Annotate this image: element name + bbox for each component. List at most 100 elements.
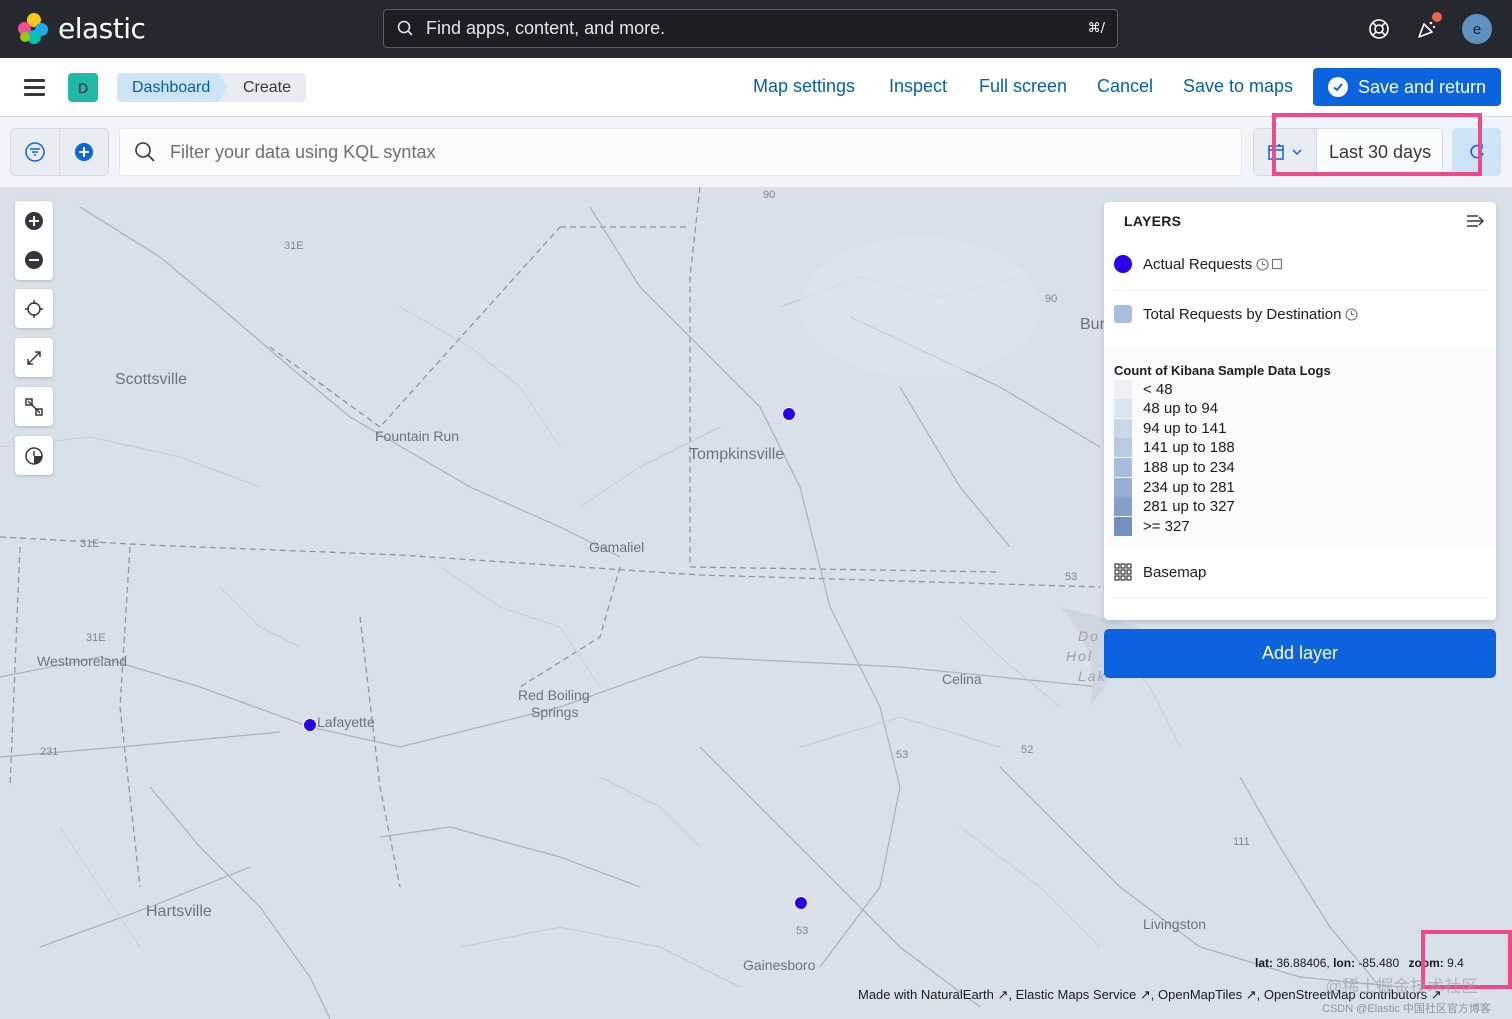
request-point[interactable] — [794, 896, 808, 910]
polygon-layer-icon — [1114, 305, 1132, 323]
external-link-icon: ↗ — [1245, 987, 1257, 1002]
fit-to-data-button[interactable] — [15, 338, 53, 377]
clock-icon — [1256, 257, 1269, 271]
road-label: 90 — [763, 189, 776, 201]
legend-item: < 48 — [1114, 380, 1173, 399]
notification-dot — [1432, 12, 1442, 22]
road-label: 231 — [40, 746, 59, 758]
search-icon — [135, 142, 155, 162]
place-label: Scottsville — [115, 371, 188, 388]
place-label: Lafayette — [317, 714, 375, 730]
layer-name: Total Requests by Destination — [1143, 305, 1342, 323]
save-and-return-label: Save and return — [1357, 76, 1487, 97]
collapse-panel-icon[interactable] — [1466, 213, 1486, 229]
place-label: Springs — [531, 704, 579, 720]
crosshair-icon — [25, 299, 43, 318]
breadcrumb-create: Create — [218, 73, 307, 102]
legend-item: >= 327 — [1114, 517, 1190, 536]
search-placeholder: Find apps, content, and more. — [426, 18, 666, 38]
road-label: 31E — [86, 632, 106, 644]
request-point[interactable] — [782, 407, 796, 421]
add-filter-button[interactable] — [60, 129, 108, 175]
save-and-return-button[interactable]: Save and return — [1313, 68, 1501, 106]
naturalearth-link[interactable]: Made with NaturalEarth — [858, 987, 994, 1002]
kql-placeholder: Filter your data using KQL syntax — [170, 141, 436, 162]
place-label: Gainesboro — [743, 957, 816, 973]
legend-item: 281 up to 327 — [1114, 497, 1235, 516]
user-avatar[interactable]: e — [1462, 14, 1492, 44]
place-label: Bur — [1080, 316, 1105, 333]
filter-buttons — [10, 128, 109, 176]
place-label: Gamaliel — [589, 539, 645, 555]
road-label: 111 — [1233, 836, 1250, 848]
external-link-icon: ↗ — [1139, 987, 1151, 1002]
elastic-logo[interactable]: elastic — [18, 12, 146, 45]
watermark-overlay: @稀土掘金技术社区 — [1325, 977, 1479, 996]
elastic-maps-link[interactable]: Elastic Maps Service — [1016, 987, 1137, 1002]
road-label: 31E — [80, 538, 100, 550]
external-link-icon: ↗ — [997, 987, 1009, 1002]
layer-basemap[interactable]: Basemap — [1114, 563, 1486, 581]
refresh-icon — [1469, 144, 1484, 159]
draw-shape-button[interactable] — [15, 387, 53, 426]
legend-item: 94 up to 141 — [1114, 419, 1226, 438]
brand-name: elastic — [58, 12, 146, 45]
inspect-link[interactable]: Inspect — [889, 76, 947, 97]
place-label: Tompkinsville — [689, 446, 785, 463]
globe-clock-icon — [25, 446, 43, 465]
date-picker: Last 30 days — [1253, 128, 1443, 176]
place-label: Fountain Run — [375, 428, 460, 444]
place-label: Lak — [1078, 668, 1107, 684]
cancel-link[interactable]: Cancel — [1097, 76, 1153, 97]
road-label: 52 — [1021, 744, 1034, 756]
reset-view-button[interactable] — [15, 289, 53, 328]
zoom-controls — [15, 201, 53, 280]
expand-icon — [27, 350, 41, 365]
legend-title: Count of Kibana Sample Data Logs — [1114, 363, 1331, 378]
refresh-button[interactable] — [1452, 128, 1501, 176]
menu-toggle-button[interactable] — [24, 79, 45, 96]
watermark: CSDN @Elastic 中国社区官方博客 — [1322, 1003, 1491, 1015]
global-search-input[interactable]: Find apps, content, and more. ⌘/ — [383, 9, 1118, 48]
request-point[interactable] — [303, 718, 317, 732]
chevron-down-icon — [1292, 149, 1302, 156]
plus-circle-icon — [25, 211, 43, 230]
quick-date-menu-button[interactable] — [1254, 129, 1317, 175]
full-screen-link[interactable]: Full screen — [979, 76, 1067, 97]
minus-circle-icon — [25, 250, 43, 269]
grid-icon — [1114, 563, 1132, 581]
top-header: elastic Find apps, content, and more. ⌘/… — [0, 0, 1512, 58]
legend-item: 141 up to 188 — [1114, 438, 1235, 457]
road-label: 53 — [896, 749, 909, 761]
layer-total-requests[interactable]: Total Requests by Destination — [1114, 305, 1486, 323]
save-to-maps-link[interactable]: Save to maps — [1183, 76, 1293, 97]
space-avatar[interactable]: D — [68, 73, 98, 102]
search-shortcut: ⌘/ — [1087, 21, 1105, 36]
legend-item: 48 up to 94 — [1114, 399, 1218, 418]
date-range-value[interactable]: Last 30 days — [1317, 142, 1431, 163]
zoom-in-button[interactable] — [15, 201, 53, 240]
plus-circle-icon — [75, 143, 93, 161]
place-label: Hartsville — [146, 903, 212, 920]
place-label: Celina — [942, 671, 982, 687]
layer-actual-requests[interactable]: Actual Requests — [1114, 255, 1486, 273]
map-settings-link[interactable]: Map settings — [753, 76, 855, 97]
elastic-logo-icon — [18, 12, 50, 45]
layers-panel: LAYERS Actual Requests Total Requests by… — [1104, 202, 1496, 620]
calendar-icon — [1268, 144, 1284, 160]
layer-name: Actual Requests — [1143, 255, 1253, 273]
bounding-box-icon — [1272, 258, 1283, 270]
kql-query-input[interactable]: Filter your data using KQL syntax — [119, 128, 1242, 176]
add-layer-button[interactable]: Add layer — [1104, 629, 1496, 678]
place-label: Do — [1078, 628, 1100, 644]
filter-menu-button[interactable] — [11, 129, 60, 175]
openmaptiles-link[interactable]: OpenMapTiles — [1158, 987, 1242, 1002]
road-label: 90 — [1045, 293, 1058, 305]
clock-icon — [1345, 307, 1359, 321]
road-label: 31E — [284, 240, 304, 252]
legend-item: 188 up to 234 — [1114, 458, 1235, 477]
help-icon[interactable] — [1364, 14, 1394, 44]
breadcrumb-dashboard[interactable]: Dashboard — [117, 73, 230, 102]
zoom-out-button[interactable] — [15, 240, 53, 279]
timeslider-button[interactable] — [15, 436, 53, 475]
